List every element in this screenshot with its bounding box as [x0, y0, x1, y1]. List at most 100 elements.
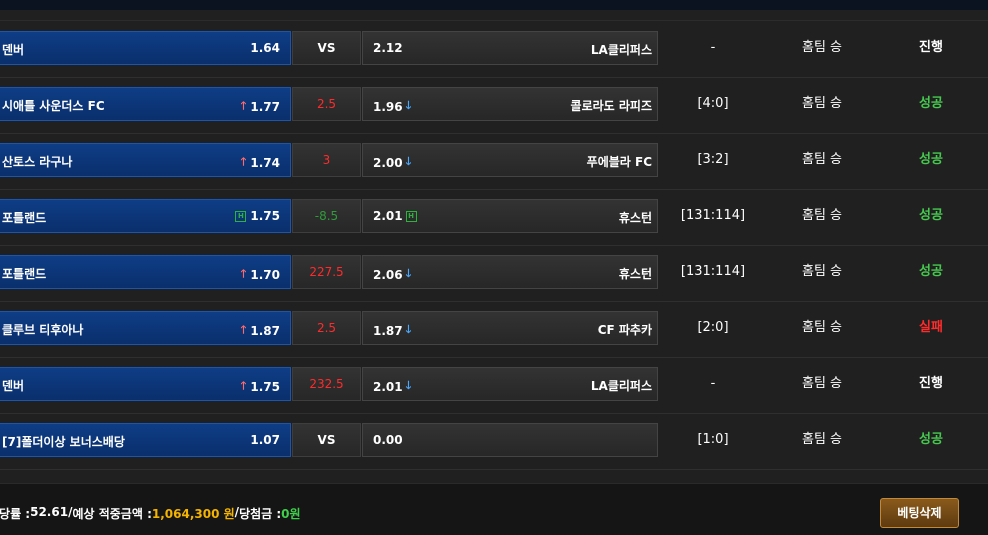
away-team-button[interactable]: 2.00 🡓 푸에블라 FC: [362, 143, 658, 177]
result-status: 진행: [919, 40, 943, 55]
away-team-button[interactable]: 1.87 🡓 CF 파추카: [362, 311, 658, 345]
home-team-name: 산토스 라구나: [2, 155, 73, 169]
away-team-name: LA클리퍼스: [590, 379, 652, 393]
handicap-cell[interactable]: 227.5: [292, 255, 361, 289]
result-status: 진행: [919, 376, 943, 391]
score: [4:0]: [697, 96, 729, 111]
home-odds-value: 1.75: [250, 209, 280, 223]
home-team-button[interactable]: 덴버 1.64: [0, 31, 291, 65]
pick: 홈팀 승: [801, 264, 842, 279]
handicap-cell[interactable]: VS: [292, 31, 361, 65]
handicap-cell[interactable]: 2.5: [292, 87, 361, 121]
top-bar: [0, 0, 988, 10]
home-team-name: 덴버: [2, 43, 25, 57]
home-odds-value: 1.64: [250, 41, 280, 55]
away-team-button[interactable]: 0.00: [362, 423, 658, 457]
home-team-button[interactable]: 포틀랜드 🡑 1.70: [0, 255, 291, 289]
away-team-button[interactable]: 1.96 🡓 콜로라도 라피즈: [362, 87, 658, 121]
score: [1:0]: [697, 432, 729, 447]
home-odds-value: 1.70: [250, 267, 280, 282]
arrow-up-icon: 🡑: [240, 323, 247, 336]
bet-row: 덴버 🡑 1.75 232.5 2.01 🡓 LA클리퍼스 - 홈팀 승 진행: [0, 357, 988, 414]
pick: 홈팀 승: [801, 432, 842, 447]
pick: 홈팀 승: [801, 208, 842, 223]
home-team-button[interactable]: [7]폴더이상 보너스배당 1.07: [0, 423, 291, 457]
handicap-cell[interactable]: 3: [292, 143, 361, 177]
expected-value: 1,064,300 원: [151, 507, 235, 521]
pick: 홈팀 승: [801, 40, 842, 55]
away-team-name: 휴스턴: [618, 267, 652, 281]
away-team-button[interactable]: 2.06 🡓 휴스턴: [362, 255, 658, 289]
result-status: 성공: [919, 264, 943, 279]
away-odds-value: 2.06: [373, 267, 403, 282]
arrow-down-icon: 🡓: [405, 155, 412, 168]
away-odds-value: 2.01: [373, 379, 403, 394]
delete-bet-button[interactable]: 베팅삭제: [880, 498, 959, 528]
home-team-button[interactable]: 산토스 라구나 🡑 1.74: [0, 143, 291, 177]
handicap-cell[interactable]: -8.5: [292, 199, 361, 233]
home-odds: 1.07: [250, 433, 280, 447]
handicap-icon: H: [405, 210, 417, 222]
away-odds: 2.12: [373, 41, 403, 55]
handicap-cell[interactable]: VS: [292, 423, 361, 457]
result-status: 성공: [919, 208, 943, 223]
score: -: [710, 376, 716, 391]
away-odds-value: 2.00: [373, 155, 403, 170]
away-team-name: 콜로라도 라피즈: [570, 99, 652, 113]
result-status: 성공: [919, 96, 943, 111]
score: [3:2]: [697, 152, 729, 167]
home-odds: 1.64: [250, 41, 280, 55]
pick: 홈팀 승: [801, 96, 842, 111]
away-odds: 1.87 🡓: [373, 321, 411, 340]
bet-row: 포틀랜드 H 1.75 -8.5 2.01 H 휴스턴 [131:114] 홈팀 승 성공: [0, 189, 988, 246]
home-odds-value: 1.74: [250, 155, 280, 170]
away-team-button[interactable]: 2.12 LA클리퍼스: [362, 31, 658, 65]
home-team-button[interactable]: 덴버 🡑 1.75: [0, 367, 291, 401]
home-team-button[interactable]: 시애틀 사운더스 FC 🡑 1.77: [0, 87, 291, 121]
away-team-button[interactable]: 2.01 🡓 LA클리퍼스: [362, 367, 658, 401]
away-odds-value: 1.96: [373, 99, 403, 114]
win-label: 당첨금 :: [239, 507, 282, 521]
pick: 홈팀 승: [801, 320, 842, 335]
handicap-icon: H: [235, 210, 247, 222]
home-team-name: 포틀랜드: [2, 267, 47, 281]
away-odds: 2.06 🡓: [373, 265, 411, 284]
home-odds: H 1.75: [235, 209, 280, 223]
away-team-button[interactable]: 2.01 H 휴스턴: [362, 199, 658, 233]
result-status: 성공: [919, 152, 943, 167]
away-odds-value: 2.01: [373, 209, 403, 223]
away-odds: 1.96 🡓: [373, 97, 411, 116]
away-team-name: LA클리퍼스: [590, 43, 652, 57]
home-odds-value: 1.77: [250, 99, 280, 114]
home-odds-value: 1.75: [250, 379, 280, 394]
win-value: 0원: [281, 507, 301, 521]
home-odds-value: 1.07: [250, 433, 280, 447]
away-odds: 2.00 🡓: [373, 153, 411, 172]
score: [131:114]: [680, 208, 746, 223]
home-team-name: [7]폴더이상 보너스배당: [2, 435, 125, 449]
score: -: [710, 40, 716, 55]
arrow-up-icon: 🡑: [240, 99, 247, 112]
result-status: 실패: [919, 320, 943, 335]
pick: 홈팀 승: [801, 376, 842, 391]
odds-value: 52.61: [30, 505, 69, 519]
home-team-name: 덴버: [2, 379, 25, 393]
result-status: 성공: [919, 432, 943, 447]
home-odds: 🡑 1.87: [241, 321, 280, 340]
away-odds: 2.01 H: [373, 209, 417, 223]
handicap-cell[interactable]: 232.5: [292, 367, 361, 401]
away-odds-value: 1.87: [373, 323, 403, 338]
bet-list: 덴버 1.64 VS 2.12 LA클리퍼스 - 홈팀 승 진행 시애틀 사운더스 FC 🡑 1.7…: [0, 10, 988, 483]
away-team-name: CF 파추카: [597, 323, 652, 337]
bet-row: 포틀랜드 🡑 1.70 227.5 2.06 🡓 휴스턴 [131:114] 홈팀 승 성공: [0, 245, 988, 302]
home-odds: 🡑 1.70: [241, 265, 280, 284]
home-team-button[interactable]: 클루브 티후아나 🡑 1.87: [0, 311, 291, 345]
score: [2:0]: [697, 320, 729, 335]
handicap-cell[interactable]: 2.5: [292, 311, 361, 345]
home-team-button[interactable]: 포틀랜드 H 1.75: [0, 199, 291, 233]
bet-row: [7]폴더이상 보너스배당 1.07 VS 0.00 [1:0] 홈팀 승 성공: [0, 413, 988, 470]
home-team-name: 클루브 티후아나: [2, 323, 84, 337]
pick: 홈팀 승: [801, 152, 842, 167]
score: [131:114]: [680, 264, 746, 279]
away-odds-value: 2.12: [373, 41, 403, 55]
